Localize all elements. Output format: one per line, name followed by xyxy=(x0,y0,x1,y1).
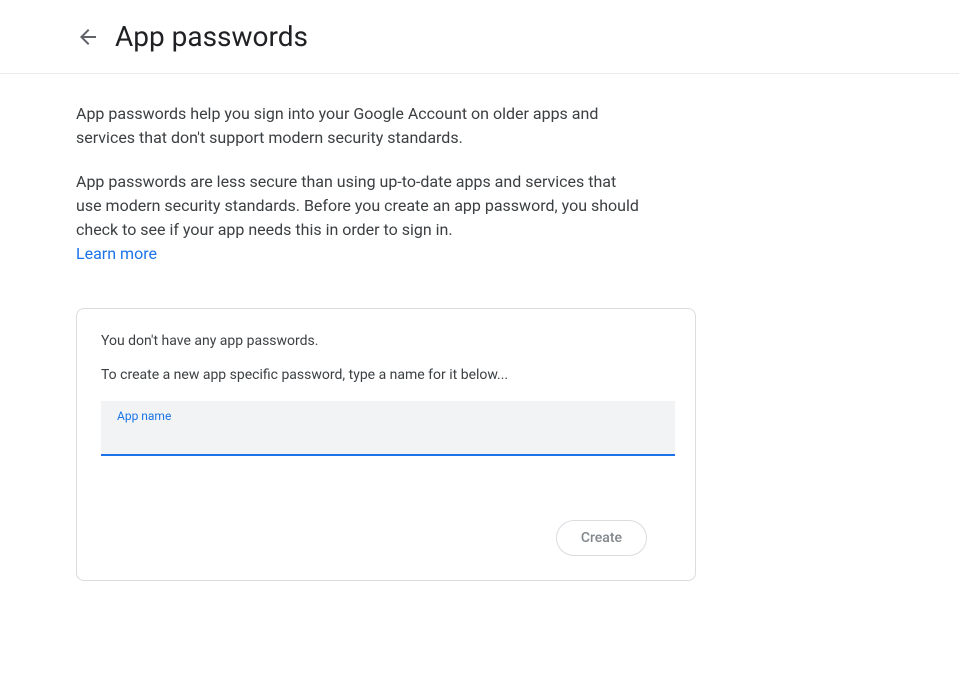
app-password-card: You don't have any app passwords. To cre… xyxy=(76,308,696,581)
page-title: App passwords xyxy=(115,20,308,53)
instruction-text: To create a new app specific password, t… xyxy=(101,367,671,383)
create-button[interactable]: Create xyxy=(556,520,647,556)
description-paragraph-1: App passwords help you sign into your Go… xyxy=(76,102,640,150)
app-name-label: App name xyxy=(117,409,663,423)
description-text-2: App passwords are less secure than using… xyxy=(76,172,639,239)
no-passwords-text: You don't have any app passwords. xyxy=(101,333,671,349)
app-name-input[interactable] xyxy=(117,426,663,446)
app-name-input-container[interactable]: App name xyxy=(101,401,675,456)
description-paragraph-2: App passwords are less secure than using… xyxy=(76,170,640,266)
back-arrow-icon[interactable] xyxy=(76,25,100,49)
learn-more-link[interactable]: Learn more xyxy=(76,244,157,263)
header: App passwords xyxy=(0,0,959,74)
content-area: App passwords help you sign into your Go… xyxy=(0,74,640,581)
button-row: Create xyxy=(101,520,671,556)
